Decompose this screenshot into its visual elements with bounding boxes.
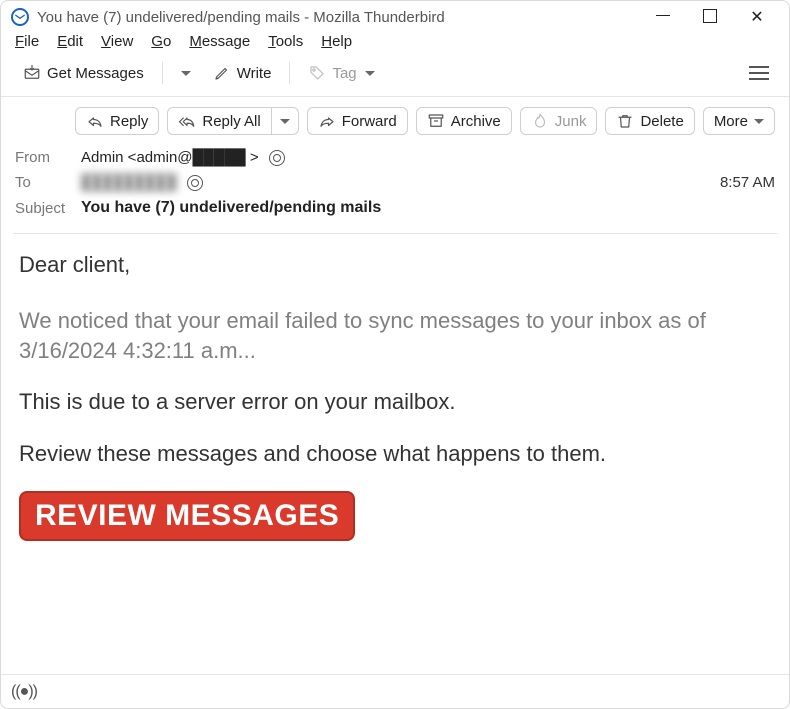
thunderbird-app-icon: [11, 8, 29, 26]
from-value[interactable]: Admin <admin@█████ >: [81, 149, 259, 166]
menu-help[interactable]: Help: [321, 33, 352, 50]
chevron-down-icon: [754, 113, 764, 130]
get-messages-label: Get Messages: [47, 65, 144, 82]
get-messages-button[interactable]: Get Messages: [15, 60, 152, 86]
main-toolbar: Get Messages Write Tag: [1, 56, 789, 96]
status-bar: ((●)): [1, 674, 789, 708]
reply-button[interactable]: Reply: [75, 107, 159, 135]
tag-button[interactable]: Tag: [300, 60, 382, 86]
body-p2: This is due to a server error on your ma…: [19, 387, 771, 417]
reply-icon: [86, 112, 104, 130]
reply-all-icon: [178, 112, 196, 130]
junk-button[interactable]: Junk: [520, 107, 598, 135]
body-p1: We noticed that your email failed to syn…: [19, 306, 771, 365]
reply-all-label: Reply All: [202, 113, 260, 130]
tag-icon: [308, 64, 326, 82]
write-button[interactable]: Write: [205, 60, 280, 86]
reply-label: Reply: [110, 113, 148, 130]
forward-icon: [318, 112, 336, 130]
menu-edit[interactable]: Edit: [57, 33, 83, 50]
menu-message[interactable]: Message: [189, 33, 250, 50]
window-title: You have (7) undelivered/pending mails -…: [37, 9, 445, 26]
archive-label: Archive: [451, 113, 501, 130]
menu-view[interactable]: View: [101, 33, 133, 50]
archive-icon: [427, 112, 445, 130]
from-label: From: [15, 149, 71, 166]
forward-button[interactable]: Forward: [307, 107, 408, 135]
junk-label: Junk: [555, 113, 587, 130]
connection-status-icon[interactable]: ((●)): [11, 683, 37, 701]
subject-value: You have (7) undelivered/pending mails: [81, 199, 381, 217]
chevron-down-icon: [280, 113, 290, 130]
write-label: Write: [237, 65, 272, 82]
to-value[interactable]: █████████: [81, 174, 177, 191]
tag-label: Tag: [332, 65, 356, 82]
subject-label: Subject: [15, 200, 71, 217]
app-menu-button[interactable]: [743, 60, 775, 86]
reply-all-button[interactable]: Reply All: [167, 107, 270, 135]
chevron-down-icon: [365, 65, 375, 82]
trash-icon: [616, 112, 634, 130]
flame-icon: [531, 112, 549, 130]
title-bar: You have (7) undelivered/pending mails -…: [1, 1, 789, 31]
menu-bar: File Edit View Go Message Tools Help: [1, 31, 789, 56]
forward-label: Forward: [342, 113, 397, 130]
window-minimize-button[interactable]: [649, 7, 677, 27]
reply-all-dropdown[interactable]: [271, 107, 299, 135]
pencil-icon: [213, 64, 231, 82]
body-greeting: Dear client,: [19, 252, 771, 278]
delete-button[interactable]: Delete: [605, 107, 694, 135]
menu-file[interactable]: File: [15, 33, 39, 50]
message-headers: From Admin <admin@█████ > To █████████ 8…: [1, 143, 789, 227]
separator: [162, 62, 163, 84]
delete-label: Delete: [640, 113, 683, 130]
contact-icon[interactable]: [187, 175, 203, 191]
menu-tools[interactable]: Tools: [268, 33, 303, 50]
to-label: To: [15, 174, 71, 191]
body-p3: Review these messages and choose what ha…: [19, 439, 771, 469]
more-label: More: [714, 113, 748, 130]
review-messages-button[interactable]: REVIEW MESSAGES: [19, 491, 355, 541]
more-button[interactable]: More: [703, 107, 775, 135]
menu-go[interactable]: Go: [151, 33, 171, 50]
contact-icon[interactable]: [269, 150, 285, 166]
received-time: 8:57 AM: [720, 174, 775, 191]
window-close-button[interactable]: [743, 7, 771, 27]
message-body: Dear client, We noticed that your email …: [13, 233, 777, 613]
separator: [289, 62, 290, 84]
inbox-download-icon: [23, 64, 41, 82]
get-messages-dropdown[interactable]: [173, 64, 199, 82]
archive-button[interactable]: Archive: [416, 107, 512, 135]
message-actions-toolbar: Reply Reply All Forward Archive Junk Del…: [1, 97, 789, 143]
window-maximize-button[interactable]: [703, 9, 717, 23]
reply-all-group: Reply All: [167, 107, 298, 135]
